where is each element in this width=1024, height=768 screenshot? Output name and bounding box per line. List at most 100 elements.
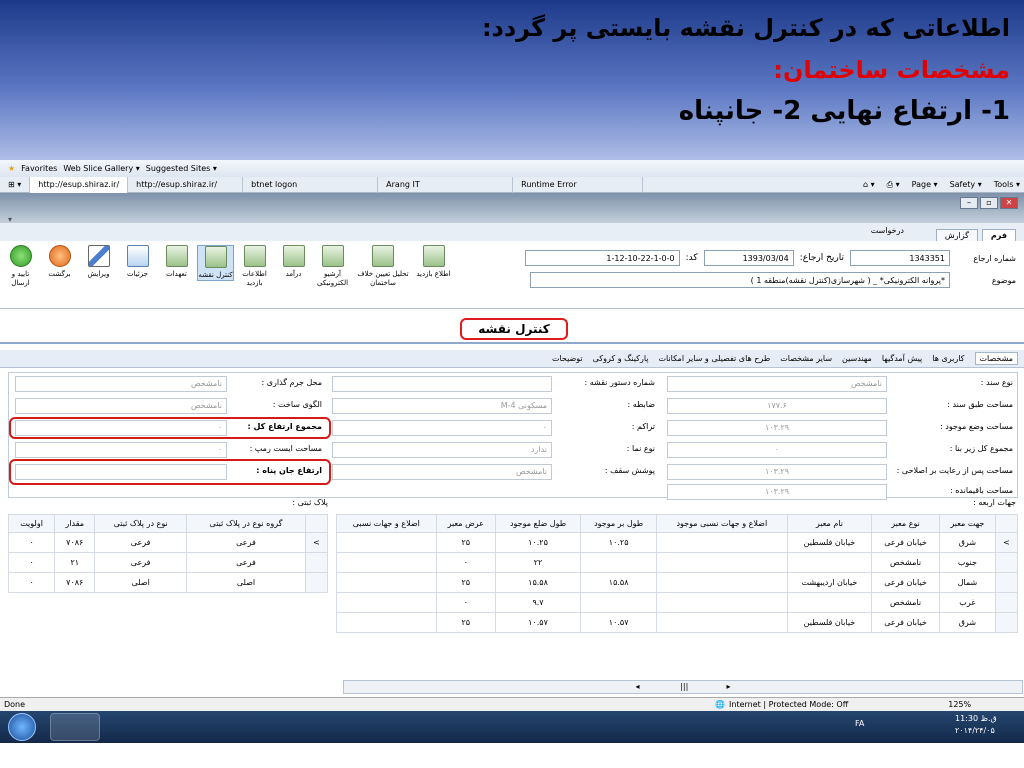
area-after-field[interactable]: ۱۰۳.۲۹ bbox=[667, 464, 887, 480]
return-button[interactable]: برگشت bbox=[41, 245, 78, 279]
pattern-select[interactable]: نامشخص bbox=[15, 398, 227, 414]
horizontal-scrollbar[interactable]: ◂ ||| ▸ bbox=[343, 680, 1023, 694]
subtab-projections[interactable]: پیش آمدگیها bbox=[882, 354, 922, 363]
tab-request[interactable]: درخواست bbox=[871, 226, 904, 235]
cell[interactable]: ۹.۷ bbox=[494, 592, 582, 613]
doc-type-select[interactable]: نامشخص bbox=[667, 376, 887, 392]
visit-info-button[interactable]: اطلاعات بازدید bbox=[236, 245, 273, 288]
subtab-other-specs[interactable]: سایر مشخصات bbox=[780, 354, 832, 363]
cell[interactable]: ۷۰۸۶ bbox=[54, 532, 96, 553]
cell[interactable]: ۱۰.۲۵ bbox=[494, 532, 582, 553]
table-row[interactable]: جنوب نامشخص ۲۲ ۰ bbox=[336, 552, 1018, 573]
folder-taskbar-icon[interactable] bbox=[104, 713, 154, 741]
plan-control-button[interactable]: کنترل نقشه bbox=[197, 245, 234, 281]
cell[interactable] bbox=[336, 612, 437, 633]
cell[interactable]: خیابان فرعی bbox=[871, 572, 940, 593]
safety-menu[interactable]: Safety ▾ bbox=[950, 177, 982, 193]
cell[interactable] bbox=[336, 552, 437, 573]
cell[interactable]: ۰ bbox=[7, 552, 56, 573]
cell[interactable]: فرعی bbox=[94, 532, 187, 553]
cell[interactable]: ۰ bbox=[435, 592, 496, 613]
subtab-specs[interactable]: مشخصات bbox=[974, 352, 1018, 365]
cell[interactable] bbox=[656, 552, 788, 573]
clock-date[interactable]: ۲۰۱۴/۲۴/۰۵ bbox=[955, 726, 995, 735]
column-header[interactable]: اضلاع و جهات نسبی موجود bbox=[656, 514, 788, 533]
star-icon[interactable]: ★ bbox=[8, 164, 15, 173]
start-button[interactable] bbox=[8, 713, 36, 741]
browser-tab[interactable]: http://esup.shiraz.ir/ bbox=[30, 176, 129, 193]
cell[interactable]: اصلی bbox=[185, 572, 307, 593]
edit-button[interactable]: ویرایش bbox=[80, 245, 117, 279]
column-header[interactable]: مقدار bbox=[54, 514, 96, 533]
minimize-icon[interactable]: – bbox=[960, 197, 978, 209]
cell[interactable] bbox=[786, 592, 873, 613]
column-header[interactable]: طول ضلع موجود bbox=[494, 514, 582, 533]
cell[interactable]: ۲۲ bbox=[494, 552, 582, 573]
cell[interactable]: ۲۵ bbox=[435, 572, 496, 593]
language-indicator[interactable]: FA bbox=[855, 719, 864, 728]
cell[interactable]: ۲۵ bbox=[435, 532, 496, 553]
cell[interactable]: ۱۵.۵۸ bbox=[580, 572, 658, 593]
cell[interactable]: ۱۰.۵۷ bbox=[494, 612, 582, 633]
cell[interactable]: خیابان فلسطین bbox=[786, 532, 873, 553]
subtab-engineers[interactable]: مهندسین bbox=[842, 354, 872, 363]
density-select[interactable]: ۰ bbox=[332, 420, 552, 436]
cell[interactable]: نامشخص bbox=[871, 592, 940, 613]
cell[interactable]: جنوب bbox=[938, 552, 997, 573]
column-header[interactable]: طول بر موجود bbox=[580, 514, 658, 533]
browser-tab[interactable]: Arang IT bbox=[378, 176, 514, 193]
cell[interactable]: غرب bbox=[938, 592, 997, 613]
cell[interactable]: ۰ bbox=[435, 552, 496, 573]
table-row[interactable]: اصلی اصلی ۷۰۸۶ ۰ bbox=[7, 572, 328, 593]
home-icon[interactable]: ⌂ ▾ bbox=[863, 177, 875, 193]
column-header[interactable]: اضلاع و جهات نسبی bbox=[336, 514, 437, 533]
penalty-select[interactable]: نامشخص bbox=[15, 376, 227, 392]
column-header[interactable]: گروه نوع در پلاک ثبتی bbox=[185, 514, 307, 533]
details-button[interactable]: جزئیات bbox=[119, 245, 156, 279]
cell[interactable]: ۲۱ bbox=[54, 552, 96, 573]
quick-tabs-icon[interactable]: ⊞ ▾ bbox=[0, 176, 31, 193]
table-row[interactable]: > فرعی فرعی ۷۰۸۶ ۰ bbox=[7, 532, 328, 553]
area-remain-field[interactable]: ۱۰۳.۲۹ bbox=[667, 484, 887, 500]
tab-form[interactable]: فرم bbox=[981, 229, 1016, 241]
violation-analysis-button[interactable]: تحلیل تعیین خلاف ساختمان bbox=[353, 245, 413, 288]
subtab-notes[interactable]: توضیحات bbox=[552, 354, 583, 363]
column-header[interactable]: نام معبر bbox=[786, 514, 873, 533]
cell[interactable]: خیابان فلسطین bbox=[786, 612, 873, 633]
cell[interactable]: خیابان فرعی bbox=[871, 612, 940, 633]
subtab-parking[interactable]: پارکینگ و کروکی bbox=[593, 354, 649, 363]
approve-send-button[interactable]: تایید و ارسال bbox=[2, 245, 39, 288]
cell[interactable]: فرعی bbox=[185, 532, 307, 553]
table-row[interactable]: فرعی فرعی ۲۱ ۰ bbox=[7, 552, 328, 573]
facade-select[interactable]: ندارد bbox=[332, 442, 552, 458]
zoom-level[interactable]: 125% bbox=[948, 700, 971, 709]
cell[interactable] bbox=[786, 552, 873, 573]
column-header[interactable]: جهت معبر bbox=[938, 514, 997, 533]
table-row[interactable]: غرب نامشخص ۹.۷ ۰ bbox=[336, 592, 1018, 613]
column-header[interactable]: اولویت bbox=[7, 514, 56, 533]
subtab-uses[interactable]: کاربری ها bbox=[932, 354, 964, 363]
media-taskbar-icon[interactable] bbox=[152, 713, 202, 741]
cell[interactable]: نامشخص bbox=[871, 552, 940, 573]
commitments-button[interactable]: تعهدات bbox=[158, 245, 195, 279]
browser-tab[interactable]: http://esup.shiraz.ir/ bbox=[128, 176, 244, 193]
cell[interactable]: فرعی bbox=[94, 552, 187, 573]
cell[interactable] bbox=[336, 592, 437, 613]
cell[interactable]: شمال bbox=[938, 572, 997, 593]
visit-notice-button[interactable]: اطلاع بازدید bbox=[415, 245, 452, 279]
cell[interactable]: ۱۰.۲۵ bbox=[580, 532, 658, 553]
case-number-field[interactable] bbox=[850, 250, 950, 266]
page-menu[interactable]: Page ▾ bbox=[912, 177, 938, 193]
income-button[interactable]: درآمد bbox=[275, 245, 312, 279]
date-field[interactable] bbox=[703, 250, 794, 266]
column-header[interactable]: نوع معبر bbox=[871, 514, 940, 533]
cell[interactable] bbox=[656, 612, 788, 633]
browser-tab[interactable]: btnet logon bbox=[243, 176, 379, 193]
security-zone[interactable]: Internet | Protected Mode: Off bbox=[729, 700, 848, 709]
cell[interactable] bbox=[656, 532, 788, 553]
cell[interactable]: فرعی bbox=[185, 552, 307, 573]
plan-no-field[interactable] bbox=[332, 376, 552, 392]
table-row[interactable]: > شرق خیابان فرعی خیابان فلسطین ۱۰.۲۵ ۱۰.۲۵ ۲۵ bbox=[336, 532, 1018, 553]
subject-field[interactable] bbox=[530, 272, 950, 288]
cell[interactable]: خیابان اردیبهشت bbox=[786, 572, 873, 593]
